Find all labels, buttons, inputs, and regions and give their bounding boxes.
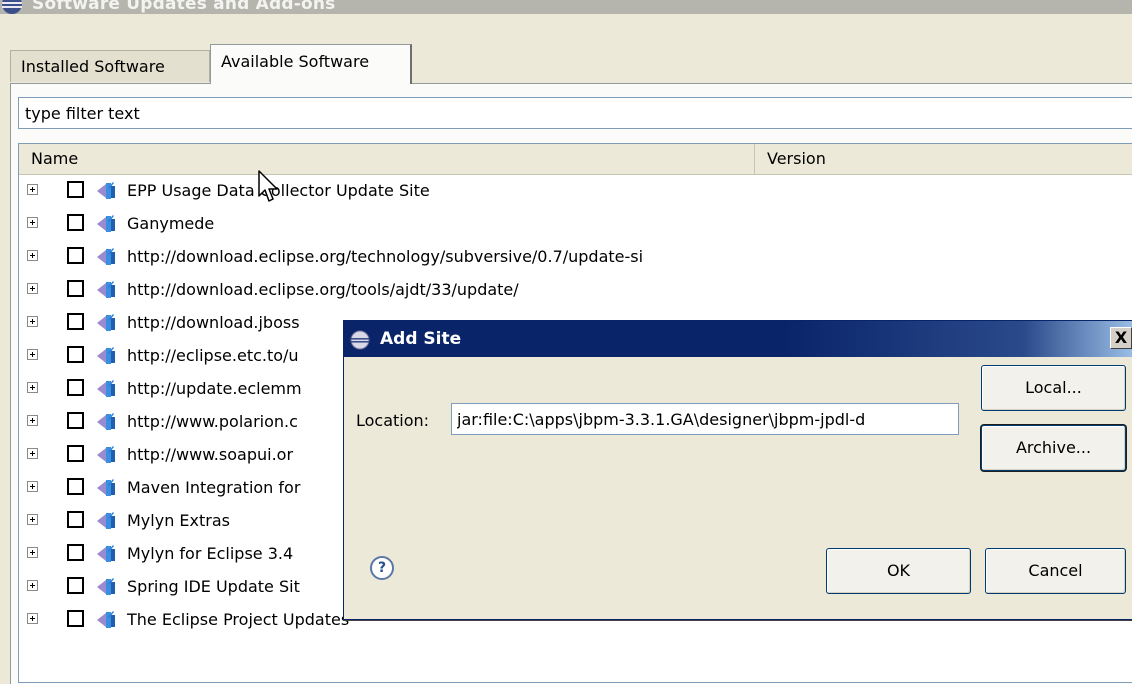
update-site-icon <box>97 578 115 595</box>
site-checkbox[interactable] <box>67 544 84 561</box>
eclipse-icon <box>2 0 22 14</box>
site-checkbox[interactable] <box>67 181 84 198</box>
update-site-icon <box>97 479 115 496</box>
update-site-icon <box>97 380 115 397</box>
dialog-titlebar[interactable]: Add Site X <box>344 321 1132 357</box>
update-site-icon <box>97 314 115 331</box>
site-checkbox[interactable] <box>67 412 84 429</box>
site-name: http://download.jboss <box>127 313 300 332</box>
archive-button[interactable]: Archive... <box>981 425 1126 471</box>
plus-expander-icon[interactable] <box>27 514 38 525</box>
local-button[interactable]: Local... <box>981 365 1126 411</box>
location-label: Location: <box>356 411 430 430</box>
tree-header: Name Version <box>19 144 1132 175</box>
plus-expander-icon[interactable] <box>27 448 38 459</box>
plus-expander-icon[interactable] <box>27 217 38 228</box>
site-name: http://eclipse.etc.to/u <box>127 346 299 365</box>
site-name: http://www.polarion.c <box>127 412 298 431</box>
tab-available-software[interactable]: Available Software <box>210 44 412 84</box>
plus-expander-icon[interactable] <box>27 316 38 327</box>
plus-expander-icon[interactable] <box>27 349 38 360</box>
update-site-icon <box>97 248 115 265</box>
update-site-icon <box>97 182 115 199</box>
column-header-name[interactable]: Name <box>19 144 755 174</box>
site-name: http://download.eclipse.org/technology/s… <box>127 247 644 266</box>
site-checkbox[interactable] <box>67 478 84 495</box>
update-site-icon <box>97 215 115 232</box>
tab-installed-software[interactable]: Installed Software <box>10 50 210 82</box>
site-checkbox[interactable] <box>67 280 84 297</box>
site-checkbox[interactable] <box>67 577 84 594</box>
close-button[interactable]: X <box>1110 327 1132 349</box>
site-name: Spring IDE Update Sit <box>127 577 300 596</box>
site-name: http://www.soapui.or <box>127 445 294 464</box>
update-site-icon <box>97 611 115 628</box>
update-site-icon <box>97 413 115 430</box>
tree-row[interactable]: EPP Usage Data Collector Update Site <box>19 174 1132 207</box>
plus-expander-icon[interactable] <box>27 283 38 294</box>
update-site-icon <box>97 347 115 364</box>
add-site-dialog: Add Site X Location: Local... Archive...… <box>343 320 1132 620</box>
site-name: Ganymede <box>127 214 215 233</box>
site-checkbox[interactable] <box>67 214 84 231</box>
location-input[interactable] <box>451 403 959 435</box>
tree-row[interactable]: http://download.eclipse.org/tools/ajdt/3… <box>19 273 1132 306</box>
update-site-icon <box>97 446 115 463</box>
plus-expander-icon[interactable] <box>27 382 38 393</box>
update-site-icon <box>97 512 115 529</box>
window-title: Software Updates and Add-ons <box>32 0 336 14</box>
update-site-icon <box>97 281 115 298</box>
site-name: http://update.eclemm <box>127 379 302 398</box>
cancel-button[interactable]: Cancel <box>985 548 1126 594</box>
site-name: The Eclipse Project Updates <box>127 610 350 629</box>
plus-expander-icon[interactable] <box>27 580 38 591</box>
plus-expander-icon[interactable] <box>27 613 38 624</box>
mouse-cursor-icon <box>258 170 278 202</box>
site-checkbox[interactable] <box>67 379 84 396</box>
plus-expander-icon[interactable] <box>27 250 38 261</box>
site-checkbox[interactable] <box>67 247 84 264</box>
plus-expander-icon[interactable] <box>27 547 38 558</box>
site-checkbox[interactable] <box>67 313 84 330</box>
column-header-version[interactable]: Version <box>755 144 1132 174</box>
update-site-icon <box>97 545 115 562</box>
help-icon[interactable]: ? <box>370 556 394 580</box>
plus-expander-icon[interactable] <box>27 184 38 195</box>
eclipse-icon <box>350 330 370 350</box>
tree-row[interactable]: http://download.eclipse.org/technology/s… <box>19 240 1132 273</box>
site-checkbox[interactable] <box>67 511 84 528</box>
dialog-title: Add Site <box>380 329 462 349</box>
site-checkbox[interactable] <box>67 445 84 462</box>
site-checkbox[interactable] <box>67 610 84 627</box>
site-name: Maven Integration for <box>127 478 301 497</box>
site-checkbox[interactable] <box>67 346 84 363</box>
tree-row[interactable]: Ganymede <box>19 207 1132 240</box>
filter-input[interactable] <box>18 97 1132 129</box>
plus-expander-icon[interactable] <box>27 415 38 426</box>
plus-expander-icon[interactable] <box>27 481 38 492</box>
site-name: Mylyn for Eclipse 3.4 <box>127 544 294 563</box>
window-titlebar: Software Updates and Add-ons <box>0 0 1132 14</box>
site-name: Mylyn Extras <box>127 511 230 530</box>
site-name: http://download.eclipse.org/tools/ajdt/3… <box>127 280 519 299</box>
ok-button[interactable]: OK <box>826 548 971 594</box>
